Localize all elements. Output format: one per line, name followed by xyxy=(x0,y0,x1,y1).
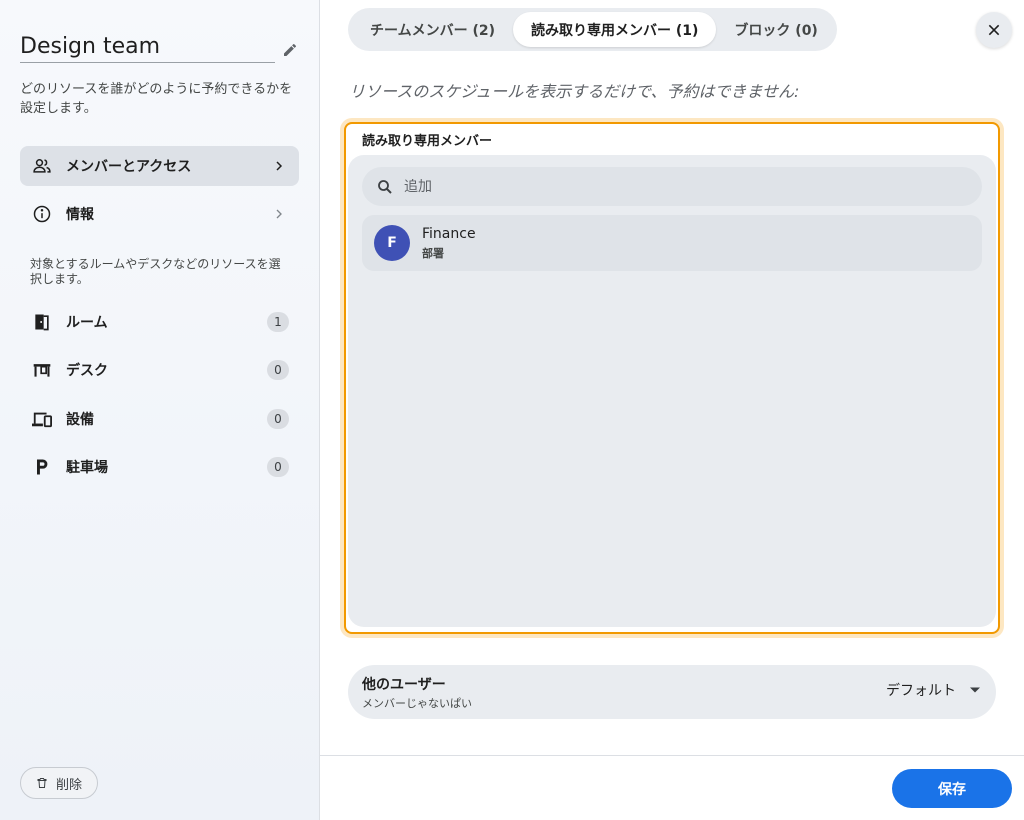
close-button[interactable] xyxy=(976,12,1012,48)
info-icon xyxy=(32,204,52,224)
main-content: チームメンバー (2) 読み取り専用メンバー (1) ブロック (0) リソース… xyxy=(320,0,1024,820)
select-value: デフォルト xyxy=(886,683,956,699)
delete-label: 削除 xyxy=(55,777,82,793)
resource-label: ルーム xyxy=(66,315,108,331)
nav-item-info[interactable]: 情報 xyxy=(20,194,299,234)
devices-icon xyxy=(31,409,53,429)
count-badge: 0 xyxy=(267,360,289,380)
member-type: 部署 xyxy=(422,246,444,260)
resource-item-equipment[interactable]: 設備 0 xyxy=(20,401,299,437)
page-subtitle: リソースのスケジュールを表示するだけで、予約はできません: xyxy=(349,82,800,101)
chevron-right-icon xyxy=(271,158,287,174)
add-member-search[interactable] xyxy=(362,167,982,206)
door-icon xyxy=(31,312,53,332)
resource-label: デスク xyxy=(66,363,108,379)
resource-label: 設備 xyxy=(66,412,94,428)
panel-title: 読み取り専用メンバー xyxy=(362,134,493,149)
member-list-item[interactable]: F Finance 部署 xyxy=(362,215,982,271)
close-icon xyxy=(988,24,1000,36)
dropdown-arrow-icon xyxy=(970,687,980,693)
panel-body: F Finance 部署 xyxy=(348,155,996,627)
trash-icon xyxy=(37,778,47,788)
other-users-subtitle: メンバーじゃないぱい xyxy=(362,697,472,710)
team-title[interactable]: Design team xyxy=(20,34,275,63)
count-badge: 1 xyxy=(267,312,289,332)
nav-item-members-access[interactable]: メンバーとアクセス xyxy=(20,146,299,186)
sidebar: Design team どのリソースを誰がどのように予約できるかを設定します。 … xyxy=(0,0,320,820)
tab-bar: チームメンバー (2) 読み取り専用メンバー (1) ブロック (0) xyxy=(348,8,837,51)
avatar: F xyxy=(374,225,410,261)
tab-readonly-members[interactable]: 読み取り専用メンバー (1) xyxy=(513,12,717,47)
footer: 保存 xyxy=(320,755,1024,820)
resource-label: 駐車場 xyxy=(66,460,108,476)
pencil-icon[interactable] xyxy=(282,42,298,58)
member-name: Finance xyxy=(422,225,476,242)
people-icon xyxy=(32,156,52,176)
search-icon xyxy=(378,179,392,194)
team-title-row: Design team xyxy=(20,34,300,68)
nav-item-label: メンバーとアクセス xyxy=(66,159,192,175)
other-users-title: 他のユーザー xyxy=(362,677,446,693)
count-badge: 0 xyxy=(267,409,289,429)
desk-icon xyxy=(31,360,53,380)
team-description: どのリソースを誰がどのように予約できるかを設定します。 xyxy=(20,82,293,116)
chevron-right-icon xyxy=(271,206,287,222)
other-users-select[interactable]: デフォルト xyxy=(886,680,980,700)
save-button[interactable]: 保存 xyxy=(892,769,1012,808)
delete-button[interactable]: 削除 xyxy=(20,767,98,799)
parking-icon xyxy=(31,457,53,477)
other-users-row: 他のユーザー メンバーじゃないぱい デフォルト xyxy=(348,665,996,719)
resource-item-parking[interactable]: 駐車場 0 xyxy=(20,449,299,485)
count-badge: 0 xyxy=(267,457,289,477)
search-input[interactable] xyxy=(404,178,964,195)
resource-item-rooms[interactable]: ルーム 1 xyxy=(20,304,299,340)
resource-item-desks[interactable]: デスク 0 xyxy=(20,352,299,388)
resource-description: 対象とするルームやデスクなどのリソースを選択します。 xyxy=(30,257,281,286)
member-info: Finance 部署 xyxy=(422,225,476,262)
readonly-members-panel: 読み取り専用メンバー F Finance 部署 xyxy=(344,122,1000,634)
tab-team-members[interactable]: チームメンバー (2) xyxy=(352,12,513,47)
nav-item-label: 情報 xyxy=(66,207,94,223)
tab-blocked[interactable]: ブロック (0) xyxy=(716,12,835,47)
